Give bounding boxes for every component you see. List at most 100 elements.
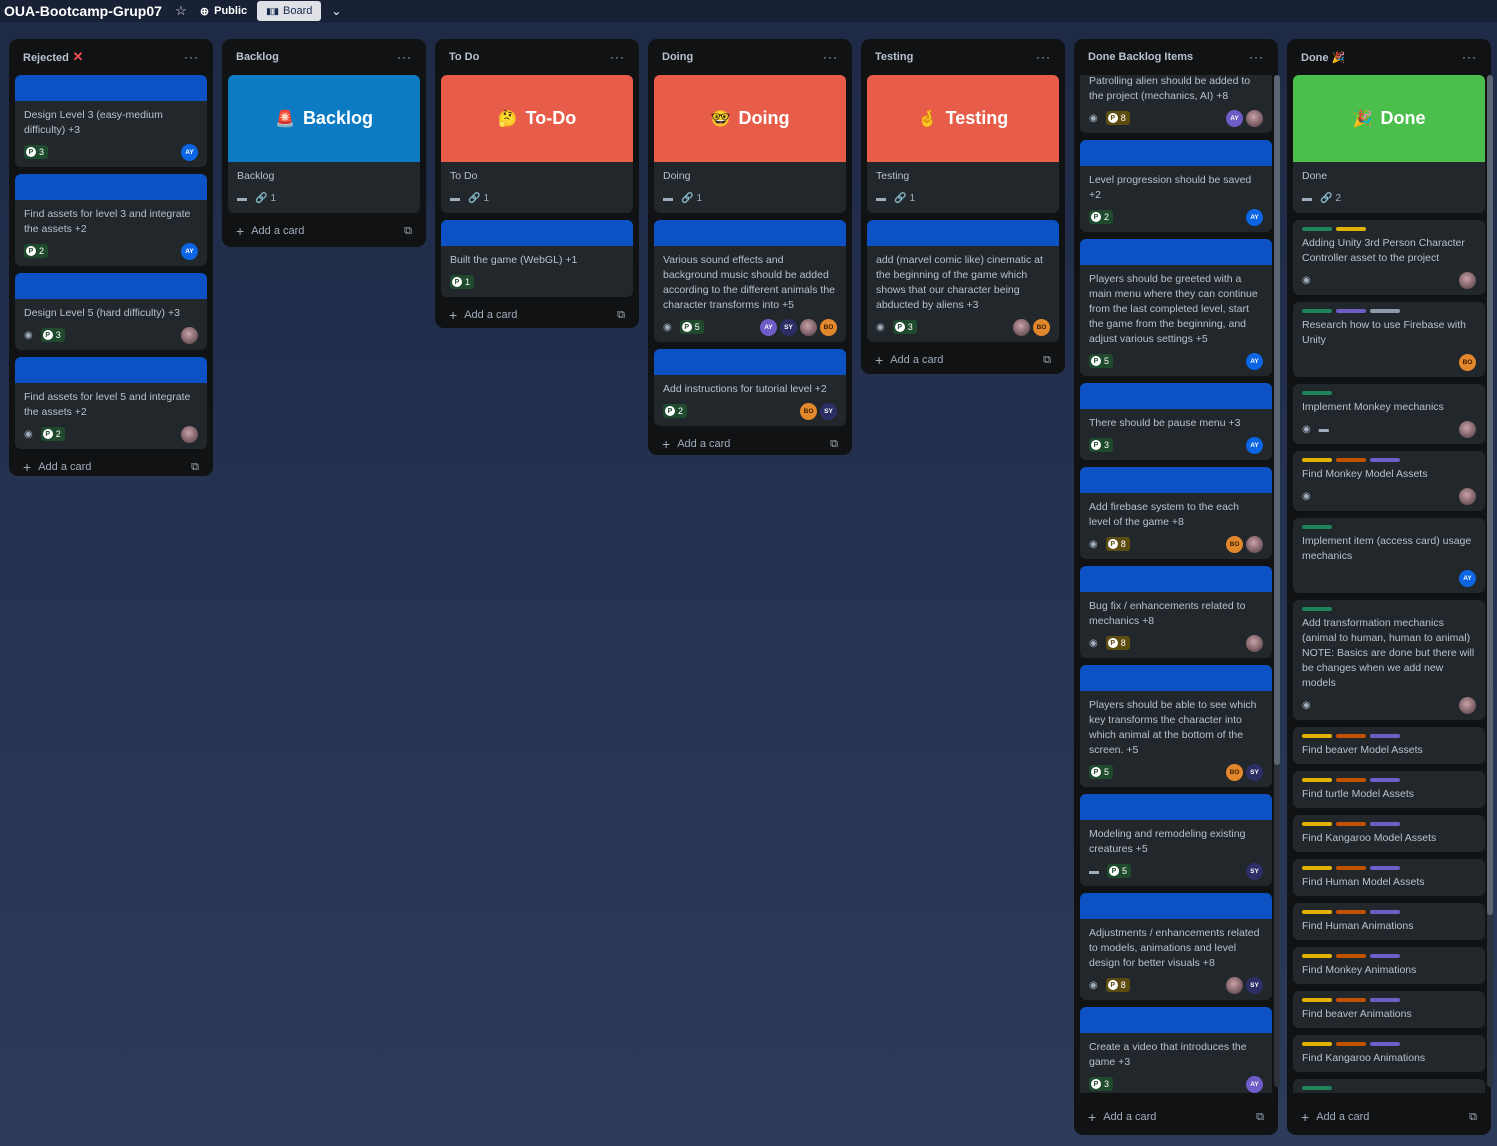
member-avatar[interactable] xyxy=(800,318,817,336)
card[interactable]: Patrolling alien should be added to the … xyxy=(1080,75,1272,133)
card[interactable]: Find beaver Model Assets xyxy=(1293,727,1485,764)
card[interactable]: Find Human Animations xyxy=(1293,903,1485,940)
list-menu-icon[interactable]: ··· xyxy=(610,50,625,64)
list-menu-icon[interactable]: ··· xyxy=(397,50,412,64)
template-icon[interactable]: ⧉ xyxy=(191,461,199,474)
card-label[interactable] xyxy=(1336,309,1366,313)
member-avatar[interactable]: AY xyxy=(181,242,198,260)
card-label[interactable] xyxy=(1302,607,1332,611)
list-menu-icon[interactable]: ··· xyxy=(823,50,838,64)
card-label[interactable] xyxy=(1336,734,1366,738)
card[interactable]: 🎉 Done Done ▬ 🔗 2 xyxy=(1293,75,1485,213)
card[interactable]: Find Kangaroo Animations xyxy=(1293,1035,1485,1072)
card[interactable]: Create a video that introduces the game … xyxy=(1080,1007,1272,1093)
card-label[interactable] xyxy=(1336,227,1366,231)
card-label[interactable] xyxy=(1336,458,1366,462)
card-label[interactable] xyxy=(1302,227,1332,231)
member-avatar[interactable] xyxy=(1013,318,1030,336)
add-card-button[interactable]: + Add a card xyxy=(1088,1109,1156,1125)
card-label[interactable] xyxy=(1336,1042,1366,1046)
member-avatar[interactable]: BO xyxy=(1459,353,1476,371)
template-icon[interactable]: ⧉ xyxy=(1043,354,1051,367)
member-avatar[interactable]: BO xyxy=(1226,535,1243,553)
add-card-button[interactable]: + Add a card xyxy=(449,307,517,323)
card[interactable]: 🚨 Backlog Backlog ▬ 🔗 1 xyxy=(228,75,420,213)
template-icon[interactable]: ⧉ xyxy=(1256,1111,1264,1124)
card[interactable]: Built the game (WebGL) +1 P 1 xyxy=(441,220,633,297)
card-label[interactable] xyxy=(1302,391,1332,395)
list-title[interactable]: To Do xyxy=(449,51,479,63)
card[interactable]: Design Level 3 (easy-medium difficulty) … xyxy=(15,75,207,167)
member-avatar[interactable] xyxy=(1246,535,1263,553)
chevron-down-icon[interactable]: ⌄ xyxy=(331,4,341,18)
list-title[interactable]: Done 🎉 xyxy=(1301,51,1345,64)
member-avatar[interactable] xyxy=(1459,487,1476,505)
card[interactable]: Various sound effects and background mus… xyxy=(654,220,846,342)
card-label[interactable] xyxy=(1370,778,1400,782)
member-avatar[interactable]: AY xyxy=(181,143,198,161)
card[interactable]: 🤓 Doing Doing ▬ 🔗 1 xyxy=(654,75,846,213)
star-icon[interactable]: ☆ xyxy=(172,3,190,19)
member-avatar[interactable]: SY xyxy=(780,318,797,336)
card[interactable]: Find beaver Animations xyxy=(1293,991,1485,1028)
card[interactable]: Find Human Model Assets xyxy=(1293,859,1485,896)
board-title[interactable]: OUA-Bootcamp-Grup07 xyxy=(4,3,162,19)
card[interactable]: Find Monkey Animations xyxy=(1293,947,1485,984)
card-label[interactable] xyxy=(1336,866,1366,870)
list-menu-icon[interactable]: ··· xyxy=(1249,50,1264,64)
card-label[interactable] xyxy=(1302,734,1332,738)
card-label[interactable] xyxy=(1370,309,1400,313)
card-label[interactable] xyxy=(1370,910,1400,914)
card[interactable]: Design Level 5 (hard difficulty) +3 ◉ P 3 xyxy=(15,273,207,350)
list-title[interactable]: Backlog xyxy=(236,51,279,63)
template-icon[interactable]: ⧉ xyxy=(830,438,838,451)
list-title[interactable]: Rejected ✕ xyxy=(23,49,83,65)
card[interactable]: Find assets for level 5 and integrate th… xyxy=(15,357,207,449)
card[interactable]: Add transformation mechanics (animal to … xyxy=(1293,600,1485,720)
card[interactable]: Implement collectible mechanics (access … xyxy=(1293,1079,1485,1093)
list-title[interactable]: Done Backlog Items xyxy=(1088,51,1193,63)
card-label[interactable] xyxy=(1370,1042,1400,1046)
member-avatar[interactable]: BO xyxy=(800,402,817,420)
card-label[interactable] xyxy=(1336,822,1366,826)
member-avatar[interactable]: AY xyxy=(1226,109,1243,127)
list-scrollbar[interactable] xyxy=(1487,75,1493,1087)
member-avatar[interactable]: SY xyxy=(1246,763,1263,781)
card-label[interactable] xyxy=(1370,998,1400,1002)
card-label[interactable] xyxy=(1336,778,1366,782)
board-view-button[interactable]: ▮▯▮ Board xyxy=(257,1,322,21)
add-card-button[interactable]: + Add a card xyxy=(23,459,91,475)
card-label[interactable] xyxy=(1302,1042,1332,1046)
list-menu-icon[interactable]: ··· xyxy=(1036,50,1051,64)
card-label[interactable] xyxy=(1302,1086,1332,1090)
template-icon[interactable]: ⧉ xyxy=(1469,1111,1477,1124)
card[interactable]: Find assets for level 3 and integrate th… xyxy=(15,174,207,266)
card-label[interactable] xyxy=(1370,822,1400,826)
card[interactable]: Adjustments / enhancements related to mo… xyxy=(1080,893,1272,1000)
card-label[interactable] xyxy=(1336,910,1366,914)
card-label[interactable] xyxy=(1370,734,1400,738)
card-label[interactable] xyxy=(1302,778,1332,782)
list-scrollbar[interactable] xyxy=(1274,75,1280,1087)
add-card-button[interactable]: + Add a card xyxy=(236,223,304,239)
template-icon[interactable]: ⧉ xyxy=(617,309,625,322)
card[interactable]: Level progression should be saved +2 P 2 AY xyxy=(1080,140,1272,232)
member-avatar[interactable] xyxy=(1459,696,1476,714)
member-avatar[interactable]: SY xyxy=(1246,862,1263,880)
card-label[interactable] xyxy=(1302,822,1332,826)
member-avatar[interactable]: AY xyxy=(1246,436,1263,454)
card[interactable]: Add instructions for tutorial level +2 P 2… xyxy=(654,349,846,426)
member-avatar[interactable]: AY xyxy=(760,318,777,336)
member-avatar[interactable]: AY xyxy=(1246,208,1263,226)
card[interactable]: Find turtle Model Assets xyxy=(1293,771,1485,808)
member-avatar[interactable]: BO xyxy=(1033,318,1050,336)
member-avatar[interactable] xyxy=(1246,634,1263,652)
visibility-button[interactable]: ⊕ Public xyxy=(200,5,247,18)
card[interactable]: Adding Unity 3rd Person Character Contro… xyxy=(1293,220,1485,295)
member-avatar[interactable] xyxy=(1459,271,1476,289)
member-avatar[interactable] xyxy=(1246,109,1263,127)
card[interactable]: Bug fix / enhancements related to mechan… xyxy=(1080,566,1272,658)
member-avatar[interactable]: AY xyxy=(1246,352,1263,370)
template-icon[interactable]: ⧉ xyxy=(404,225,412,238)
member-avatar[interactable] xyxy=(181,425,198,443)
